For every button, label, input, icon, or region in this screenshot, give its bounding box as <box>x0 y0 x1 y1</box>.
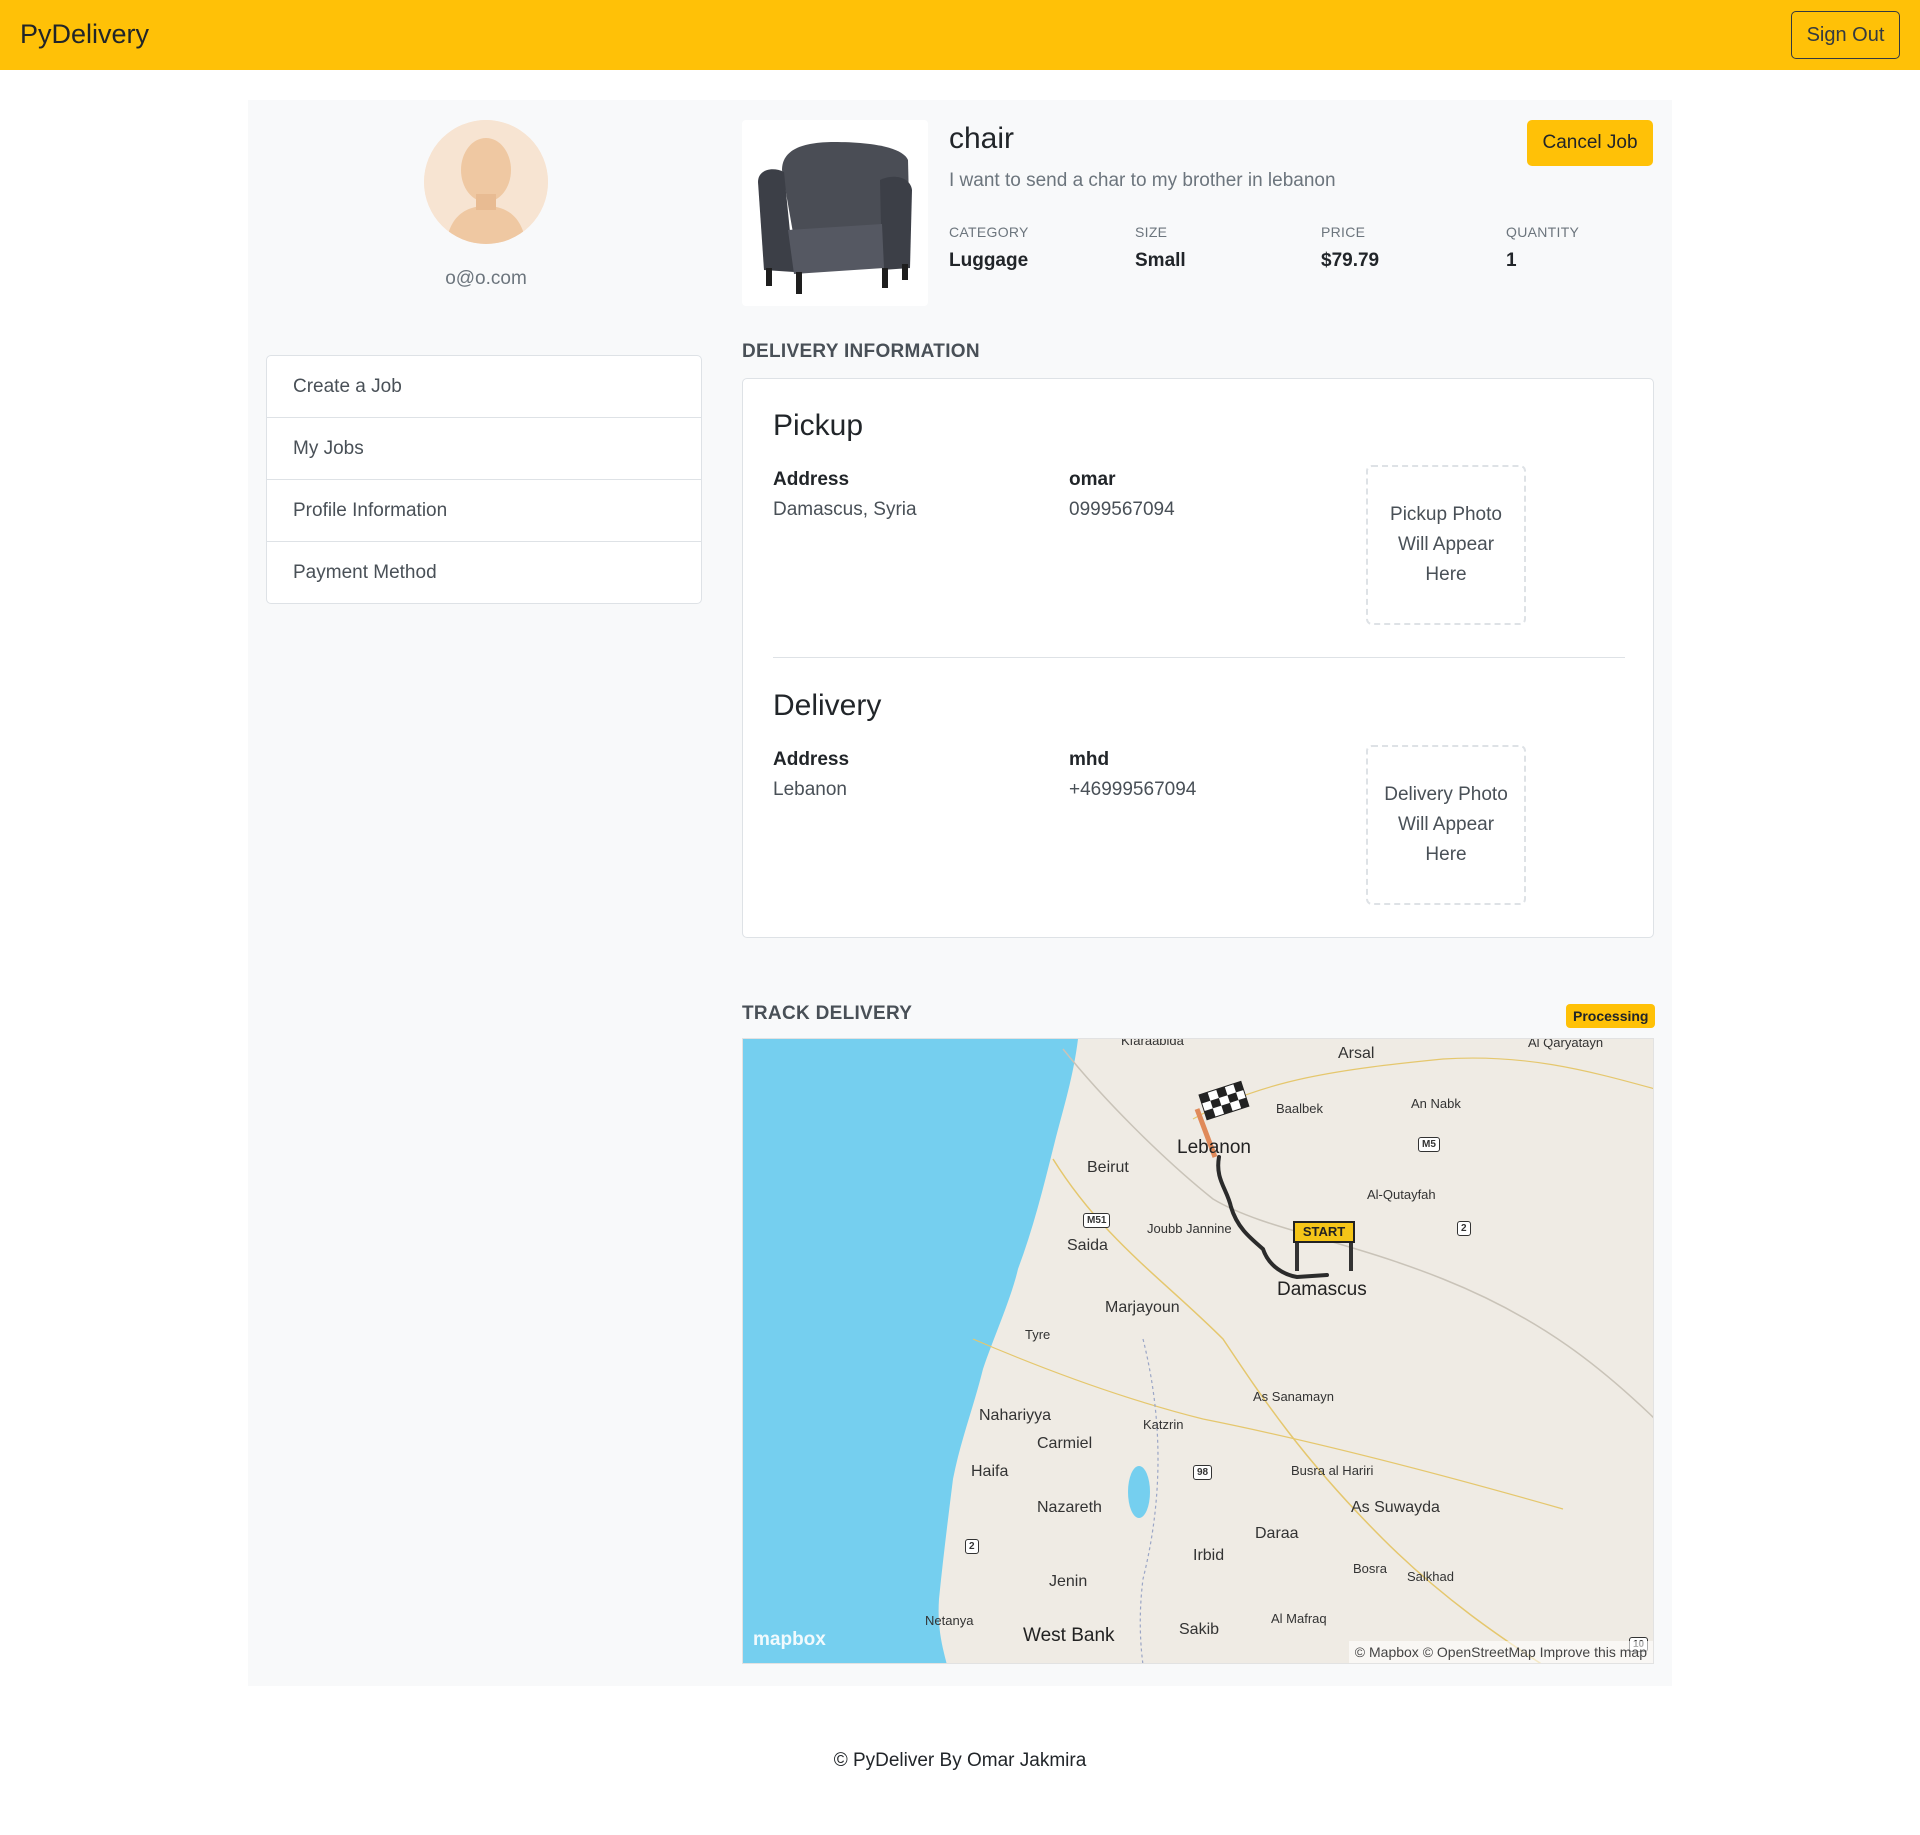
map-label-haifa: Haifa <box>971 1463 1009 1480</box>
map-label-jenin: Jenin <box>1049 1573 1088 1590</box>
start-marker[interactable]: START <box>1293 1221 1355 1243</box>
pickup-photo-placeholder: Pickup Photo Will Appear Here <box>1366 465 1526 625</box>
footer-copyright: © PyDeliver By Omar Jakmira <box>833 1750 1087 1771</box>
cancel-job-button[interactable]: Cancel Job <box>1527 120 1653 166</box>
dashboard-container: o@o.com Create a Job My Jobs Profile Inf… <box>248 100 1672 1686</box>
mapbox-logo[interactable]: mapbox <box>753 1629 826 1651</box>
map-label-saida: Saida <box>1067 1237 1108 1254</box>
map-canvas[interactable] <box>743 1039 1654 1664</box>
map-label-lebanon: Lebanon <box>1177 1137 1251 1158</box>
map-attribution[interactable]: © Mapbox © OpenStreetMap Improve this ma… <box>1348 1641 1653 1663</box>
sidebar-item-profile-information[interactable]: Profile Information <box>267 480 701 542</box>
map-label-tyre: Tyre <box>1025 1327 1051 1342</box>
map-label-arsal: Arsal <box>1338 1045 1375 1062</box>
map-label-daraa: Daraa <box>1255 1525 1299 1542</box>
job-title: chair <box>949 122 1015 155</box>
map-label-as-suwayda: As Suwayda <box>1351 1499 1440 1516</box>
spec-quantity-value: 1 <box>1506 250 1517 271</box>
avatar-silhouette-icon <box>424 120 548 244</box>
spec-size-label: SIZE <box>1135 224 1168 240</box>
pickup-phone: 0999567094 <box>1069 499 1175 520</box>
delivery-address-label: Address <box>773 749 850 770</box>
pickup-address: Damascus, Syria <box>773 499 917 520</box>
spec-category-value: Luggage <box>949 250 1029 271</box>
delivery-address: Lebanon <box>773 779 847 800</box>
road-shield-98: 98 <box>1193 1465 1213 1480</box>
spec-category-label: CATEGORY <box>949 224 1029 240</box>
delivery-information-heading: DELIVERY INFORMATION <box>742 341 980 362</box>
top-navbar: PyDelivery Sign Out <box>0 0 1920 70</box>
delivery-photo-placeholder: Delivery Photo Will Appear Here <box>1366 745 1526 905</box>
avatar <box>424 120 548 244</box>
map-label-beirut: Beirut <box>1087 1159 1129 1176</box>
delivery-heading: Delivery <box>773 689 882 722</box>
spec-price: PRICE $79.79 <box>1321 224 1379 272</box>
spec-price-label: PRICE <box>1321 224 1366 240</box>
spec-quantity: QUANTITY 1 <box>1506 224 1579 272</box>
map-label-damascus: Damascus <box>1277 1279 1367 1300</box>
card-divider <box>773 657 1625 658</box>
pickup-contact-name: omar <box>1069 469 1116 490</box>
status-badge: Processing <box>1566 1004 1656 1028</box>
spec-quantity-label: QUANTITY <box>1506 224 1580 240</box>
map-label-al-mafraq: Al Mafraq <box>1271 1611 1327 1626</box>
map-label-bosra: Bosra <box>1353 1561 1387 1576</box>
map-label-carmiel: Carmiel <box>1037 1435 1093 1452</box>
sidebar-item-my-jobs[interactable]: My Jobs <box>267 418 701 480</box>
map-label-joubb-jannine: Joubb Jannine <box>1147 1221 1232 1236</box>
map-label-kfaraabida: Kfaraabida <box>1121 1038 1184 1048</box>
spec-size-value: Small <box>1135 250 1186 271</box>
map-label-as-sanamayn: As Sanamayn <box>1253 1389 1334 1404</box>
delivery-information-card: Pickup Address Damascus, Syria omar 0999… <box>742 378 1654 938</box>
delivery-contact-name: mhd <box>1069 749 1110 770</box>
pickup-address-label: Address <box>773 469 850 490</box>
map-label-nazareth: Nazareth <box>1037 1499 1102 1516</box>
brand-logo[interactable]: PyDelivery <box>20 19 149 50</box>
map-label-irbid: Irbid <box>1193 1547 1225 1564</box>
spec-price-value: $79.79 <box>1321 250 1380 271</box>
sign-out-button[interactable]: Sign Out <box>1791 11 1900 59</box>
armchair-icon <box>758 142 912 294</box>
map-label-busra-al-hariri: Busra al Hariri <box>1291 1463 1374 1478</box>
map-label-sakib: Sakib <box>1179 1621 1220 1638</box>
map-label-katzrin: Katzrin <box>1143 1417 1184 1432</box>
pickup-heading: Pickup <box>773 409 864 442</box>
map-label-an-nabk: An Nabk <box>1411 1096 1461 1111</box>
sidebar-item-create-job[interactable]: Create a Job <box>267 356 701 418</box>
map-label-marjayoun: Marjayoun <box>1105 1299 1180 1316</box>
map-label-nahariyya: Nahariyya <box>979 1407 1052 1424</box>
sidebar-menu: Create a Job My Jobs Profile Information… <box>266 355 702 604</box>
tracking-map[interactable]: Kfaraabida Arsal Al Qaryatayn An Nabk Ba… <box>742 1038 1654 1664</box>
map-label-baalbek: Baalbek <box>1276 1101 1323 1116</box>
map-label-netanya: Netanya <box>925 1613 974 1628</box>
spec-category: CATEGORY Luggage <box>949 224 1029 272</box>
road-shield-m5: M5 <box>1418 1137 1440 1152</box>
track-delivery-heading: TRACK DELIVERY <box>742 1003 913 1024</box>
job-description: I want to send a char to my brother in l… <box>949 170 1336 191</box>
road-shield-m51: M51 <box>1083 1213 1111 1228</box>
user-email: o@o.com <box>445 268 527 289</box>
spec-size: SIZE Small <box>1135 224 1186 272</box>
map-label-west-bank: West Bank <box>1023 1625 1115 1646</box>
sidebar-item-payment-method[interactable]: Payment Method <box>267 542 701 603</box>
road-shield-2-east: 2 <box>1457 1221 1471 1236</box>
map-label-salkhad: Salkhad <box>1407 1569 1454 1584</box>
delivery-phone: +46999567094 <box>1069 779 1197 800</box>
product-image <box>742 120 928 306</box>
map-label-al-qutayfah: Al-Qutayfah <box>1367 1187 1436 1202</box>
road-shield-2-west: 2 <box>965 1539 979 1554</box>
map-label-al-qaryatayn: Al Qaryatayn <box>1528 1038 1604 1050</box>
